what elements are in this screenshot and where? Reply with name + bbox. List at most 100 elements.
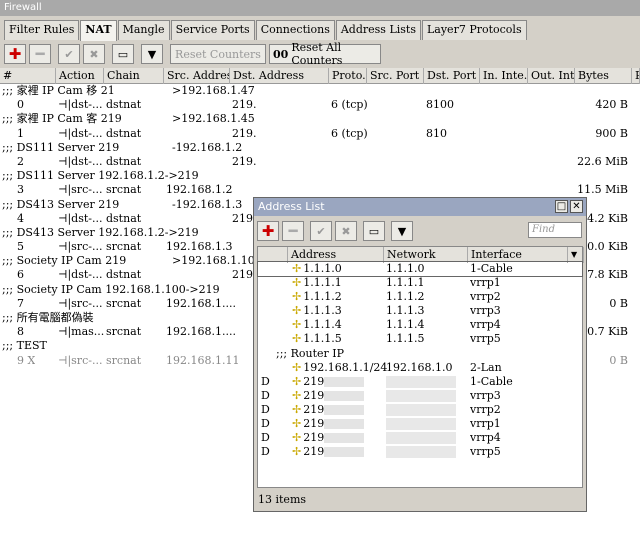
column-header[interactable]: Bytes [575,68,632,84]
tab-service-ports[interactable]: Service Ports [170,20,255,40]
rule-protocol: 6 (tcp) [331,126,368,140]
column-header[interactable]: Address [288,247,384,263]
address-icon: ✢ [292,402,302,416]
address-value: ✢ 192.168.1.1/24 [292,361,387,375]
list-item[interactable]: ✢ 1.1.1.2 1.1.1.2 vrrp2 [258,290,582,304]
rule-comment: ;;; DS413 Server 219 [2,197,120,211]
enable-button[interactable]: ✔ [58,44,80,64]
column-header[interactable]: Proto... [329,68,367,84]
rule-chain: dstnat [106,98,142,112]
address-text: 219 [303,445,325,459]
rule-comment-row[interactable]: ;;; DS111 Server 219 -192.168.1.2 [0,141,640,155]
address-icon: ✢ [292,431,302,445]
add-button[interactable]: ✚ [4,44,26,64]
tab-mangle[interactable]: Mangle [117,20,170,40]
table-row[interactable]: 1 ⊣|dst-... dstnat 219. 6 (tcp) 810 900 B [0,127,640,141]
list-item[interactable]: ✢ 1.1.1.3 1.1.1.3 vrrp3 [258,304,582,318]
rule-chain: srcnat [106,240,142,254]
tab-layer7-protocols[interactable]: Layer7 Protocols [421,20,527,40]
list-item[interactable]: D ✢ 219 vrrp2 [258,403,582,417]
list-item[interactable]: ✢ 1.1.1.4 1.1.1.4 vrrp4 [258,318,582,332]
column-header[interactable]: Action [56,68,104,84]
list-item[interactable]: ✢ 192.168.1.1/24 192.168.1.0 2-Lan [258,361,582,375]
list-item[interactable]: D ✢ 219 vrrp3 [258,389,582,403]
address-value: ✢ 219 [292,445,365,459]
interface-value: vrrp5 [470,332,501,346]
tab-filter-rules[interactable]: Filter Rules [4,20,80,40]
rule-comment-row[interactable]: ;;; 家裡 IP Cam 移 21 >192.168.1.47 [0,84,640,98]
network-value: 1.1.1.1 [386,276,425,290]
list-item[interactable]: ✢ 1.1.1.0 1.1.1.0 1-Cable [257,260,583,278]
find-input[interactable]: Find [528,222,582,238]
dialog-add-button[interactable]: ✚ [257,221,279,241]
list-item[interactable]: ✢ 1.1.1.5 1.1.1.5 vrrp5 [258,332,582,346]
rule-comment-row[interactable]: ;;; DS111 Server 192.168.1.2->219 [0,169,640,183]
close-button[interactable]: ✕ [570,200,583,213]
tab-address-lists[interactable]: Address Lists [335,20,421,40]
rule-action: ⊣|dst-... [58,126,103,140]
network-value [386,418,456,431]
dialog-comment-button[interactable]: ▭ [363,221,385,241]
tab-nat[interactable]: NAT [80,20,117,41]
close-icon: ✕ [572,201,581,212]
dialog-enable-button[interactable]: ✔ [310,221,332,241]
column-header[interactable]: Out. Int... [528,68,575,84]
address-icon: ✢ [292,360,302,374]
disable-button[interactable]: ✖ [83,44,105,64]
rule-action: ⊣|src-... [58,353,103,367]
filter-button[interactable]: ▼ [141,44,163,64]
comment-destination: >192.168.1.45 [172,112,255,126]
table-row[interactable]: 2 ⊣|dst-... dstnat 219. 22.6 MiB [0,155,640,169]
interface-value: vrrp4 [470,318,501,332]
note-icon: ▭ [368,224,380,238]
column-header[interactable]: Chain [104,68,164,84]
rule-comment-row[interactable]: ;;; 家裡 IP Cam 客 219 >192.168.1.45 [0,112,640,126]
rule-chain: srcnat [106,183,142,197]
tab-connections[interactable]: Connections [255,20,335,40]
rule-bytes: 900 B [595,126,628,140]
address-value: ✢ 1.1.1.1 [292,276,342,290]
column-header[interactable]: Dst. Address [230,68,329,84]
rule-src-address: 192.168.1.3 [166,240,233,254]
rule-bytes: 40.7 KiB [580,325,628,339]
address-value: ✢ 219 [292,431,365,445]
dialog-filter-button[interactable]: ▼ [391,221,413,241]
list-item[interactable]: D ✢ 219 vrrp5 [258,445,582,459]
rule-comment: ;;; 所有電腦都偽裝 [2,311,94,324]
address-text: 1.1.1.1 [303,276,342,290]
interface-value: vrrp2 [470,402,501,416]
rule-dst-port: 810 [426,126,447,140]
column-header[interactable]: Src. Port [367,68,424,84]
column-dropdown-button[interactable]: ▼ [568,247,584,263]
dialog-title-bar[interactable]: Address List □ ✕ [254,198,586,216]
remove-button[interactable]: ━ [29,44,51,64]
list-item[interactable]: ✢ 1.1.1.1 1.1.1.1 vrrp1 [258,276,582,290]
rule-bytes: 0 B [609,296,628,310]
table-row[interactable]: 3 ⊣|src-... srcnat 192.168.1.2 11.5 MiB [0,183,640,197]
network-value: 1.1.1.4 [386,318,425,332]
address-value: ✢ 1.1.1.4 [292,318,342,332]
list-item[interactable]: D ✢ 219 1-Cable [258,375,582,389]
list-item[interactable]: D ✢ 219 vrrp4 [258,431,582,445]
column-header[interactable]: # [0,68,56,84]
column-header[interactable]: Src. Address [164,68,230,84]
address-comment-row[interactable]: ;;; Router IP [258,347,582,361]
dialog-disable-button[interactable]: ✖ [335,221,357,241]
network-value [386,432,456,445]
comment-button[interactable]: ▭ [112,44,134,64]
column-header[interactable]: In. Inte... [480,68,528,84]
address-comment: ;;; Router IP [276,346,345,360]
reset-all-counters-button[interactable]: 00 Reset All Counters [269,41,381,67]
column-header[interactable]: Interface [468,247,568,263]
list-item[interactable]: D ✢ 219 vrrp1 [258,417,582,431]
address-text: 1.1.1.3 [303,304,342,318]
maximize-button[interactable]: □ [555,200,568,213]
table-row[interactable]: 0 ⊣|dst-... dstnat 219. 6 (tcp) 8100 420 B [0,98,640,112]
column-header[interactable]: Dst. Port [424,68,480,84]
reset-counters-button[interactable]: Reset Counters [170,44,266,64]
dialog-remove-button[interactable]: ━ [282,221,304,241]
rule-number: 4 [17,211,24,225]
rule-comment: ;;; 家裡 IP Cam 移 21 [2,84,115,97]
column-header[interactable]: Network [384,247,468,263]
column-header[interactable]: P [632,68,640,84]
